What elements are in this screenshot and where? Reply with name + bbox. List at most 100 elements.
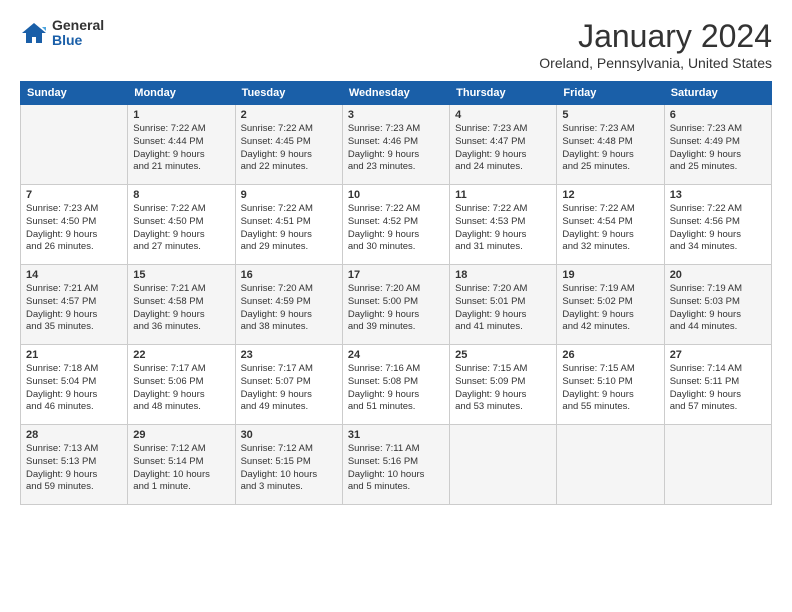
calendar-week-5: 28 Sunrise: 7:13 AM Sunset: 5:13 PM Dayli…	[21, 425, 772, 505]
logo-icon	[20, 19, 48, 47]
calendar-header: SundayMondayTuesdayWednesdayThursdayFrid…	[21, 82, 772, 105]
calendar-cell: 12 Sunrise: 7:22 AM Sunset: 4:54 PM Dayli…	[557, 185, 664, 265]
day-info: Sunrise: 7:22 AM Sunset: 4:44 PM Dayligh…	[133, 123, 229, 174]
weekday-header-tuesday: Tuesday	[235, 82, 342, 105]
calendar-cell: 23 Sunrise: 7:17 AM Sunset: 5:07 PM Dayli…	[235, 345, 342, 425]
day-number: 15	[133, 269, 229, 281]
day-number: 10	[348, 189, 444, 201]
calendar-cell: 5 Sunrise: 7:23 AM Sunset: 4:48 PM Daylig…	[557, 105, 664, 185]
location: Oreland, Pennsylvania, United States	[539, 55, 772, 71]
calendar-cell: 31Sunrise: 7:11 AM Sunset: 5:16 PM Dayli…	[342, 425, 449, 505]
weekday-header-sunday: Sunday	[21, 82, 128, 105]
day-info: Sunrise: 7:12 AM Sunset: 5:14 PM Dayligh…	[133, 443, 229, 494]
day-info: Sunrise: 7:19 AM Sunset: 5:03 PM Dayligh…	[670, 283, 766, 334]
day-info: Sunrise: 7:23 AM Sunset: 4:46 PM Dayligh…	[348, 123, 444, 174]
calendar-cell: 10 Sunrise: 7:22 AM Sunset: 4:52 PM Dayli…	[342, 185, 449, 265]
calendar-cell: 27 Sunrise: 7:14 AM Sunset: 5:11 PM Dayli…	[664, 345, 771, 425]
calendar-cell: 8 Sunrise: 7:22 AM Sunset: 4:50 PM Daylig…	[128, 185, 235, 265]
logo-general: General	[52, 18, 104, 33]
day-info: Sunrise: 7:20 AM Sunset: 5:01 PM Dayligh…	[455, 283, 551, 334]
day-number: 4	[455, 109, 551, 121]
day-info: Sunrise: 7:22 AM Sunset: 4:52 PM Dayligh…	[348, 203, 444, 254]
day-info: Sunrise: 7:19 AM Sunset: 5:02 PM Dayligh…	[562, 283, 658, 334]
calendar-table: SundayMondayTuesdayWednesdayThursdayFrid…	[20, 81, 772, 505]
day-info: Sunrise: 7:21 AM Sunset: 4:57 PM Dayligh…	[26, 283, 122, 334]
weekday-header-saturday: Saturday	[664, 82, 771, 105]
calendar-cell	[664, 425, 771, 505]
day-number: 3	[348, 109, 444, 121]
calendar-cell: 6 Sunrise: 7:23 AM Sunset: 4:49 PM Daylig…	[664, 105, 771, 185]
calendar-cell: 28 Sunrise: 7:13 AM Sunset: 5:13 PM Dayli…	[21, 425, 128, 505]
day-number: 23	[241, 349, 337, 361]
day-info: Sunrise: 7:23 AM Sunset: 4:49 PM Dayligh…	[670, 123, 766, 174]
calendar-cell	[450, 425, 557, 505]
calendar-cell: 21Sunrise: 7:18 AM Sunset: 5:04 PM Dayli…	[21, 345, 128, 425]
day-info: Sunrise: 7:15 AM Sunset: 5:09 PM Dayligh…	[455, 363, 551, 414]
day-info: Sunrise: 7:22 AM Sunset: 4:51 PM Dayligh…	[241, 203, 337, 254]
weekday-header-monday: Monday	[128, 82, 235, 105]
calendar-cell	[21, 105, 128, 185]
day-number: 21	[26, 349, 122, 361]
day-number: 6	[670, 109, 766, 121]
calendar-week-3: 14Sunrise: 7:21 AM Sunset: 4:57 PM Dayli…	[21, 265, 772, 345]
day-number: 12	[562, 189, 658, 201]
day-info: Sunrise: 7:12 AM Sunset: 5:15 PM Dayligh…	[241, 443, 337, 494]
day-number: 5	[562, 109, 658, 121]
day-number: 11	[455, 189, 551, 201]
calendar-cell: 19Sunrise: 7:19 AM Sunset: 5:02 PM Dayli…	[557, 265, 664, 345]
day-number: 25	[455, 349, 551, 361]
header: General Blue January 2024 Oreland, Penns…	[20, 18, 772, 71]
day-info: Sunrise: 7:17 AM Sunset: 5:07 PM Dayligh…	[241, 363, 337, 414]
day-number: 13	[670, 189, 766, 201]
weekday-header-friday: Friday	[557, 82, 664, 105]
day-number: 27	[670, 349, 766, 361]
calendar-cell: 17Sunrise: 7:20 AM Sunset: 5:00 PM Dayli…	[342, 265, 449, 345]
calendar-cell: 14Sunrise: 7:21 AM Sunset: 4:57 PM Dayli…	[21, 265, 128, 345]
calendar-cell: 18 Sunrise: 7:20 AM Sunset: 5:01 PM Dayli…	[450, 265, 557, 345]
weekday-header-row: SundayMondayTuesdayWednesdayThursdayFrid…	[21, 82, 772, 105]
calendar-cell: 11 Sunrise: 7:22 AM Sunset: 4:53 PM Dayli…	[450, 185, 557, 265]
calendar-cell: 13 Sunrise: 7:22 AM Sunset: 4:56 PM Dayli…	[664, 185, 771, 265]
day-info: Sunrise: 7:23 AM Sunset: 4:50 PM Dayligh…	[26, 203, 122, 254]
calendar-cell: 26Sunrise: 7:15 AM Sunset: 5:10 PM Dayli…	[557, 345, 664, 425]
day-info: Sunrise: 7:20 AM Sunset: 4:59 PM Dayligh…	[241, 283, 337, 334]
day-number: 26	[562, 349, 658, 361]
day-number: 2	[241, 109, 337, 121]
day-info: Sunrise: 7:23 AM Sunset: 4:47 PM Dayligh…	[455, 123, 551, 174]
calendar-cell: 4 Sunrise: 7:23 AM Sunset: 4:47 PM Daylig…	[450, 105, 557, 185]
day-info: Sunrise: 7:22 AM Sunset: 4:50 PM Dayligh…	[133, 203, 229, 254]
calendar-cell: 29Sunrise: 7:12 AM Sunset: 5:14 PM Dayli…	[128, 425, 235, 505]
logo: General Blue	[20, 18, 104, 49]
day-info: Sunrise: 7:22 AM Sunset: 4:53 PM Dayligh…	[455, 203, 551, 254]
day-number: 20	[670, 269, 766, 281]
calendar-cell	[557, 425, 664, 505]
weekday-header-thursday: Thursday	[450, 82, 557, 105]
calendar-cell: 22Sunrise: 7:17 AM Sunset: 5:06 PM Dayli…	[128, 345, 235, 425]
day-info: Sunrise: 7:21 AM Sunset: 4:58 PM Dayligh…	[133, 283, 229, 334]
calendar-cell: 2 Sunrise: 7:22 AM Sunset: 4:45 PM Daylig…	[235, 105, 342, 185]
calendar-cell: 25 Sunrise: 7:15 AM Sunset: 5:09 PM Dayli…	[450, 345, 557, 425]
day-info: Sunrise: 7:22 AM Sunset: 4:56 PM Dayligh…	[670, 203, 766, 254]
calendar-body: 1Sunrise: 7:22 AM Sunset: 4:44 PM Daylig…	[21, 105, 772, 505]
calendar-cell: 20 Sunrise: 7:19 AM Sunset: 5:03 PM Dayli…	[664, 265, 771, 345]
day-info: Sunrise: 7:22 AM Sunset: 4:54 PM Dayligh…	[562, 203, 658, 254]
calendar-week-1: 1Sunrise: 7:22 AM Sunset: 4:44 PM Daylig…	[21, 105, 772, 185]
day-number: 18	[455, 269, 551, 281]
calendar-cell: 7 Sunrise: 7:23 AM Sunset: 4:50 PM Daylig…	[21, 185, 128, 265]
day-number: 7	[26, 189, 122, 201]
day-number: 22	[133, 349, 229, 361]
day-number: 8	[133, 189, 229, 201]
day-info: Sunrise: 7:23 AM Sunset: 4:48 PM Dayligh…	[562, 123, 658, 174]
day-number: 28	[26, 429, 122, 441]
day-number: 30	[241, 429, 337, 441]
calendar-cell: 16 Sunrise: 7:20 AM Sunset: 4:59 PM Dayli…	[235, 265, 342, 345]
day-info: Sunrise: 7:22 AM Sunset: 4:45 PM Dayligh…	[241, 123, 337, 174]
day-number: 9	[241, 189, 337, 201]
day-info: Sunrise: 7:13 AM Sunset: 5:13 PM Dayligh…	[26, 443, 122, 494]
calendar-cell: 3 Sunrise: 7:23 AM Sunset: 4:46 PM Daylig…	[342, 105, 449, 185]
logo-text: General Blue	[52, 18, 104, 49]
day-number: 16	[241, 269, 337, 281]
day-number: 17	[348, 269, 444, 281]
calendar-cell: 1Sunrise: 7:22 AM Sunset: 4:44 PM Daylig…	[128, 105, 235, 185]
day-info: Sunrise: 7:14 AM Sunset: 5:11 PM Dayligh…	[670, 363, 766, 414]
